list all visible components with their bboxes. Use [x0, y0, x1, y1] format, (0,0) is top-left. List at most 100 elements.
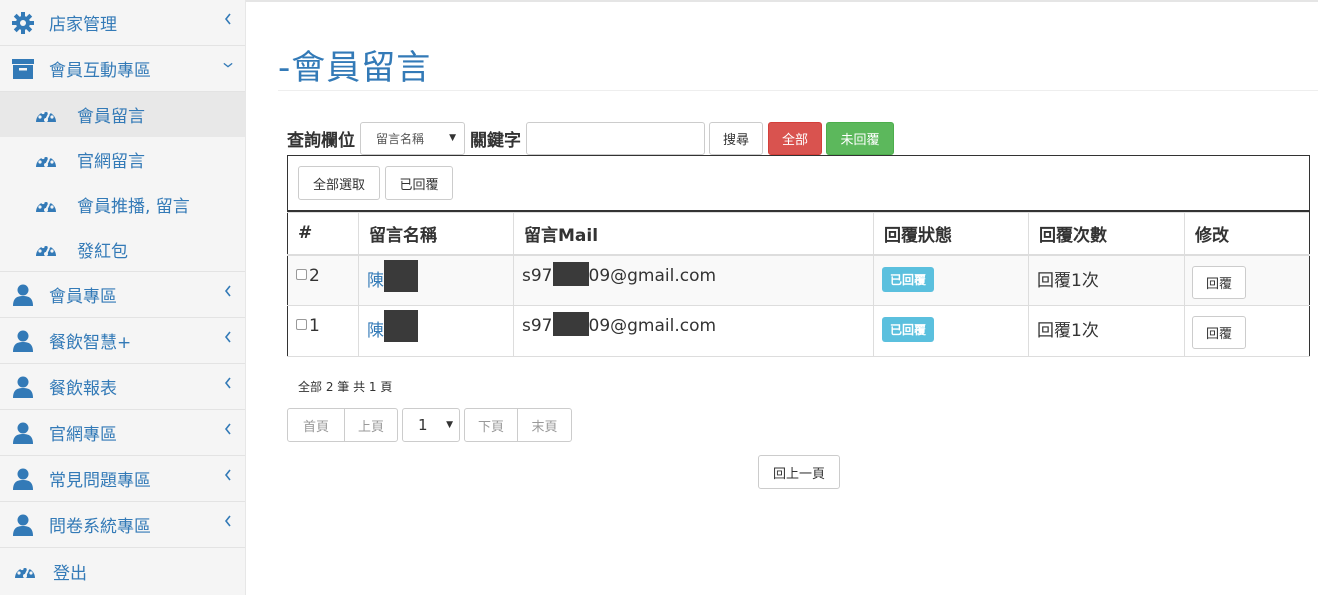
column-header: 留言Mail [513, 212, 874, 256]
row-name-link[interactable]: 陳 [367, 271, 384, 291]
row-mail-cell: s97 09@gmail.com [513, 305, 874, 357]
dashboard-icon [35, 194, 57, 216]
pagination: 首頁 上頁 1 ▼ 下頁 末頁 [287, 408, 572, 442]
row-mail-suffix: 09@gmail.com [588, 265, 717, 286]
dashboard-icon [14, 560, 36, 582]
sidebar-subitem-red-envelope[interactable]: 發紅包 [0, 227, 245, 272]
chevron-left-icon [223, 514, 233, 528]
redaction-block [384, 310, 418, 342]
page-select[interactable]: 1 ▼ [402, 408, 460, 442]
row-status-cell: 已回覆 [873, 254, 1029, 306]
sidebar-item-faq-zone[interactable]: 常見問題專區 [0, 456, 245, 502]
user-icon [12, 468, 34, 490]
sidebar-item-label: 餐飲報表 [49, 379, 117, 399]
user-icon [12, 330, 34, 352]
sidebar-item-member-zone[interactable]: 會員專區 [0, 272, 245, 318]
sidebar-subitem-label: 會員推播, 留言 [77, 197, 190, 217]
next-page-button[interactable]: 下頁 [464, 408, 518, 442]
sidebar-item-dining-report[interactable]: 餐飲報表 [0, 364, 245, 410]
search-field-value: 留言名稱 [376, 131, 425, 146]
sidebar-item-label: 店家管理 [49, 15, 117, 35]
first-page-button[interactable]: 首頁 [287, 408, 345, 442]
redaction-block [552, 261, 589, 286]
sidebar-item-survey-zone[interactable]: 問卷系統專區 [0, 502, 245, 548]
column-header: 回覆次數 [1028, 212, 1185, 256]
user-icon [12, 284, 34, 306]
sidebar-subitem-label: 發紅包 [77, 241, 128, 262]
reply-button[interactable]: 回覆 [1192, 265, 1246, 299]
title-divider [278, 90, 1318, 91]
row-name-cell: 陳 [358, 305, 514, 357]
row-count-cell: 回覆1次 [1028, 254, 1185, 306]
last-page-button[interactable]: 末頁 [517, 408, 572, 442]
row-status-cell: 已回覆 [873, 305, 1029, 357]
sidebar-item-label: 官網專區 [49, 425, 117, 445]
prev-page-button[interactable]: 上頁 [344, 408, 398, 442]
sidebar-item-label: 登出 [53, 563, 87, 584]
sidebar-item-website-zone[interactable]: 官網專區 [0, 410, 245, 456]
keyword-label: 關鍵字 [470, 130, 521, 151]
archive-box-icon [12, 58, 34, 80]
search-bar: 查詢欄位 留言名稱 ▼ 關鍵字 搜尋 全部 未回覆 [287, 121, 894, 155]
bulk-action-bar: 全部選取 已回覆 [287, 155, 1310, 212]
status-badge: 已回覆 [882, 317, 935, 342]
sidebar-item-dining-smart[interactable]: 餐飲智慧+ [0, 318, 245, 364]
sidebar-item-label: 常見問題專區 [49, 471, 151, 491]
row-mail-cell: s97 09@gmail.com [513, 254, 874, 306]
user-icon [12, 422, 34, 444]
column-header: 修改 [1184, 212, 1310, 256]
mark-replied-button[interactable]: 已回覆 [385, 166, 453, 200]
redaction-block [552, 312, 589, 336]
search-button[interactable]: 搜尋 [709, 121, 763, 155]
gear-icon [12, 11, 34, 34]
row-action-cell: 回覆 [1184, 254, 1310, 306]
sidebar-subitem-website-messages[interactable]: 官網留言 [0, 137, 245, 182]
back-button[interactable]: 回上一頁 [758, 455, 840, 489]
row-checkbox[interactable] [296, 319, 307, 330]
row-name-cell: 陳 [358, 254, 514, 306]
sidebar-item-member-interaction[interactable]: 會員互動專區 [0, 46, 245, 92]
user-icon [12, 514, 34, 536]
search-field-select[interactable]: 留言名稱 ▼ [360, 121, 465, 155]
redaction-block [384, 259, 418, 292]
keyword-input[interactable] [526, 121, 705, 155]
chevron-left-icon [223, 284, 233, 298]
chevron-left-icon [223, 330, 233, 344]
user-icon [12, 376, 34, 398]
select-all-button[interactable]: 全部選取 [298, 166, 380, 200]
reply-button[interactable]: 回覆 [1192, 316, 1246, 349]
current-page: 1 [418, 416, 428, 434]
record-count: 全部 2 筆 共 1 頁 [298, 380, 393, 394]
chevron-left-icon [223, 422, 233, 436]
sidebar-item-store-management[interactable]: 店家管理 [0, 0, 245, 46]
show-all-button[interactable]: 全部 [768, 121, 822, 155]
unreplied-filter-button[interactable]: 未回覆 [826, 121, 894, 155]
row-checkbox[interactable] [296, 268, 307, 280]
dashboard-icon [35, 238, 57, 260]
dashboard-icon [35, 149, 57, 171]
row-action-cell: 回覆 [1184, 305, 1310, 357]
sidebar-item-logout[interactable]: 登出 [0, 548, 245, 594]
row-id-cell: 1 [287, 305, 359, 357]
status-badge: 已回覆 [882, 266, 935, 292]
row-mail-suffix: 09@gmail.com [588, 316, 717, 336]
table-row: 1 陳 s97 09@gmail.com 已回覆 回覆1次 回覆 [287, 305, 1310, 357]
row-id: 1 [309, 316, 320, 336]
column-header: # [287, 212, 359, 256]
dashboard-icon [35, 104, 57, 126]
row-id: 2 [309, 265, 320, 286]
column-header: 留言名稱 [358, 212, 514, 256]
row-mail-prefix: s97 [522, 265, 553, 286]
chevron-left-icon [223, 468, 233, 482]
row-mail-prefix: s97 [522, 316, 553, 336]
top-divider [246, 0, 1318, 2]
sidebar-subitem-member-push[interactable]: 會員推播, 留言 [0, 182, 245, 227]
column-header: 回覆狀態 [873, 212, 1029, 256]
row-count-cell: 回覆1次 [1028, 305, 1185, 357]
row-id-cell: 2 [287, 254, 359, 306]
sidebar-item-label: 餐飲智慧+ [49, 333, 132, 353]
sidebar-subitem-member-messages[interactable]: 會員留言 [0, 92, 245, 137]
row-name-link[interactable]: 陳 [367, 321, 384, 341]
chevron-left-icon [223, 12, 233, 26]
table-row: 2 陳 s97 09@gmail.com 已回覆 回覆1次 回覆 [287, 254, 1310, 306]
